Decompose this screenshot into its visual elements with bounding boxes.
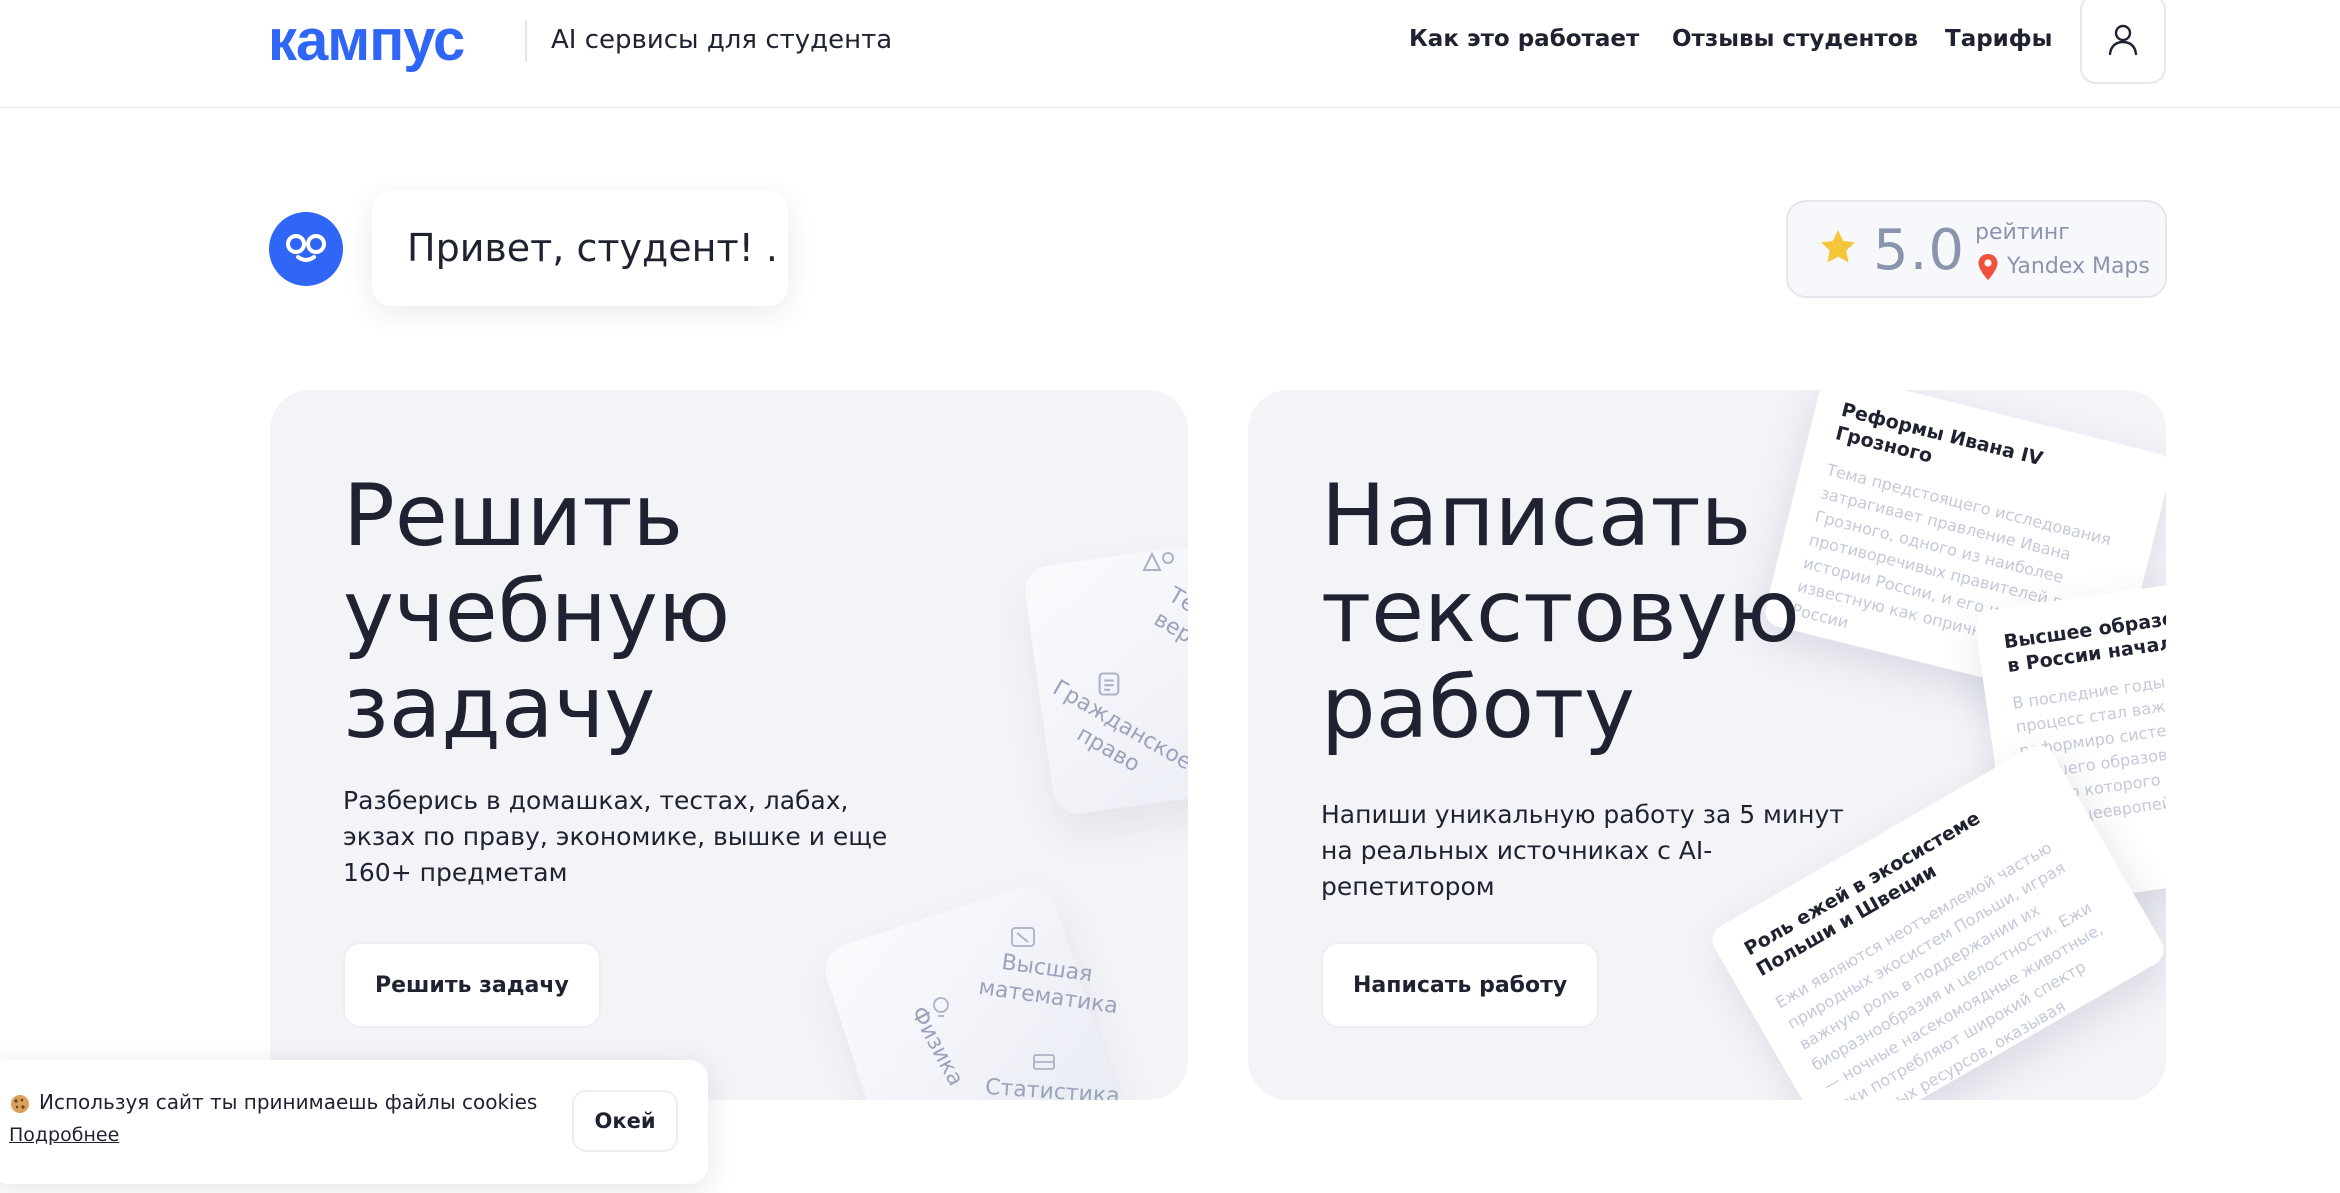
rating-label: рейтинг (1975, 220, 2070, 245)
title-line: работу (1321, 658, 1635, 758)
cookie-text: Используя сайт ты принимаешь файлы cooki… (39, 1090, 538, 1114)
chart-icon (1011, 927, 1035, 947)
logo-wordmark: кампус (268, 14, 465, 73)
site-header: кампус AI сервисы для студента Как это р… (0, 0, 2340, 108)
greeting-text: Привет, студент! . (407, 226, 779, 270)
header-divider (525, 20, 527, 62)
title-line: Решить (343, 466, 684, 566)
greeting-bubble: Привет, студент! . (372, 190, 788, 306)
star-icon (1821, 230, 1855, 263)
nav-student-reviews[interactable]: Отзывы студентов (1672, 26, 1918, 52)
header-tagline: AI сервисы для студента (551, 25, 893, 55)
solve-task-title: Решить учебную задачу (343, 468, 943, 756)
kampus-logo[interactable]: кампус (268, 14, 508, 74)
cookie-more-link[interactable]: Подробнее (9, 1124, 119, 1146)
write-paper-description: Напиши уникальную работу за 5 минут на р… (1321, 800, 1844, 901)
user-icon (2108, 24, 2138, 56)
solve-task-card[interactable]: Гражданское право Тес вер Высшая математ… (270, 390, 1188, 1100)
nav-how-it-works[interactable]: Как это работает (1409, 26, 1639, 52)
rating-source: Yandex Maps (2007, 254, 2150, 279)
title-line: задачу (343, 658, 656, 758)
sample-paper-title: Высшее образование в России начала XX (2002, 598, 2166, 678)
cookie-banner: Используя сайт ты принимаешь файлы cooki… (0, 1060, 708, 1184)
map-pin-icon (1978, 254, 1998, 280)
shapes-icon (1142, 551, 1174, 571)
cookie-icon (11, 1095, 29, 1113)
nav-pricing[interactable]: Тарифы (1945, 26, 2052, 52)
title-line: Написать (1321, 466, 1752, 566)
user-account-button[interactable] (2080, 0, 2166, 84)
write-paper-card[interactable]: Реформы Ивана IV Грозного Тема предстоящ… (1248, 390, 2166, 1100)
rating-badge[interactable]: 5.0 рейтинг Yandex Maps (1786, 200, 2167, 298)
table-icon (1033, 1054, 1055, 1070)
write-paper-title: Написать текстовую работу (1321, 468, 1921, 756)
write-paper-button[interactable]: Написать работу (1321, 942, 1600, 1028)
solve-task-description: Разберись в домашках, тестах, лабах, экз… (343, 786, 888, 887)
cookie-ok-button[interactable]: Окей (572, 1090, 678, 1152)
rating-value: 5.0 (1873, 218, 1966, 283)
title-line: текстовую (1321, 562, 1800, 662)
bot-avatar (269, 212, 343, 286)
bot-face-icon (286, 234, 326, 262)
document-icon (1098, 672, 1120, 696)
solve-task-button[interactable]: Решить задачу (343, 942, 601, 1028)
title-line: учебную (343, 562, 731, 662)
logo-text: кампус (268, 14, 464, 73)
